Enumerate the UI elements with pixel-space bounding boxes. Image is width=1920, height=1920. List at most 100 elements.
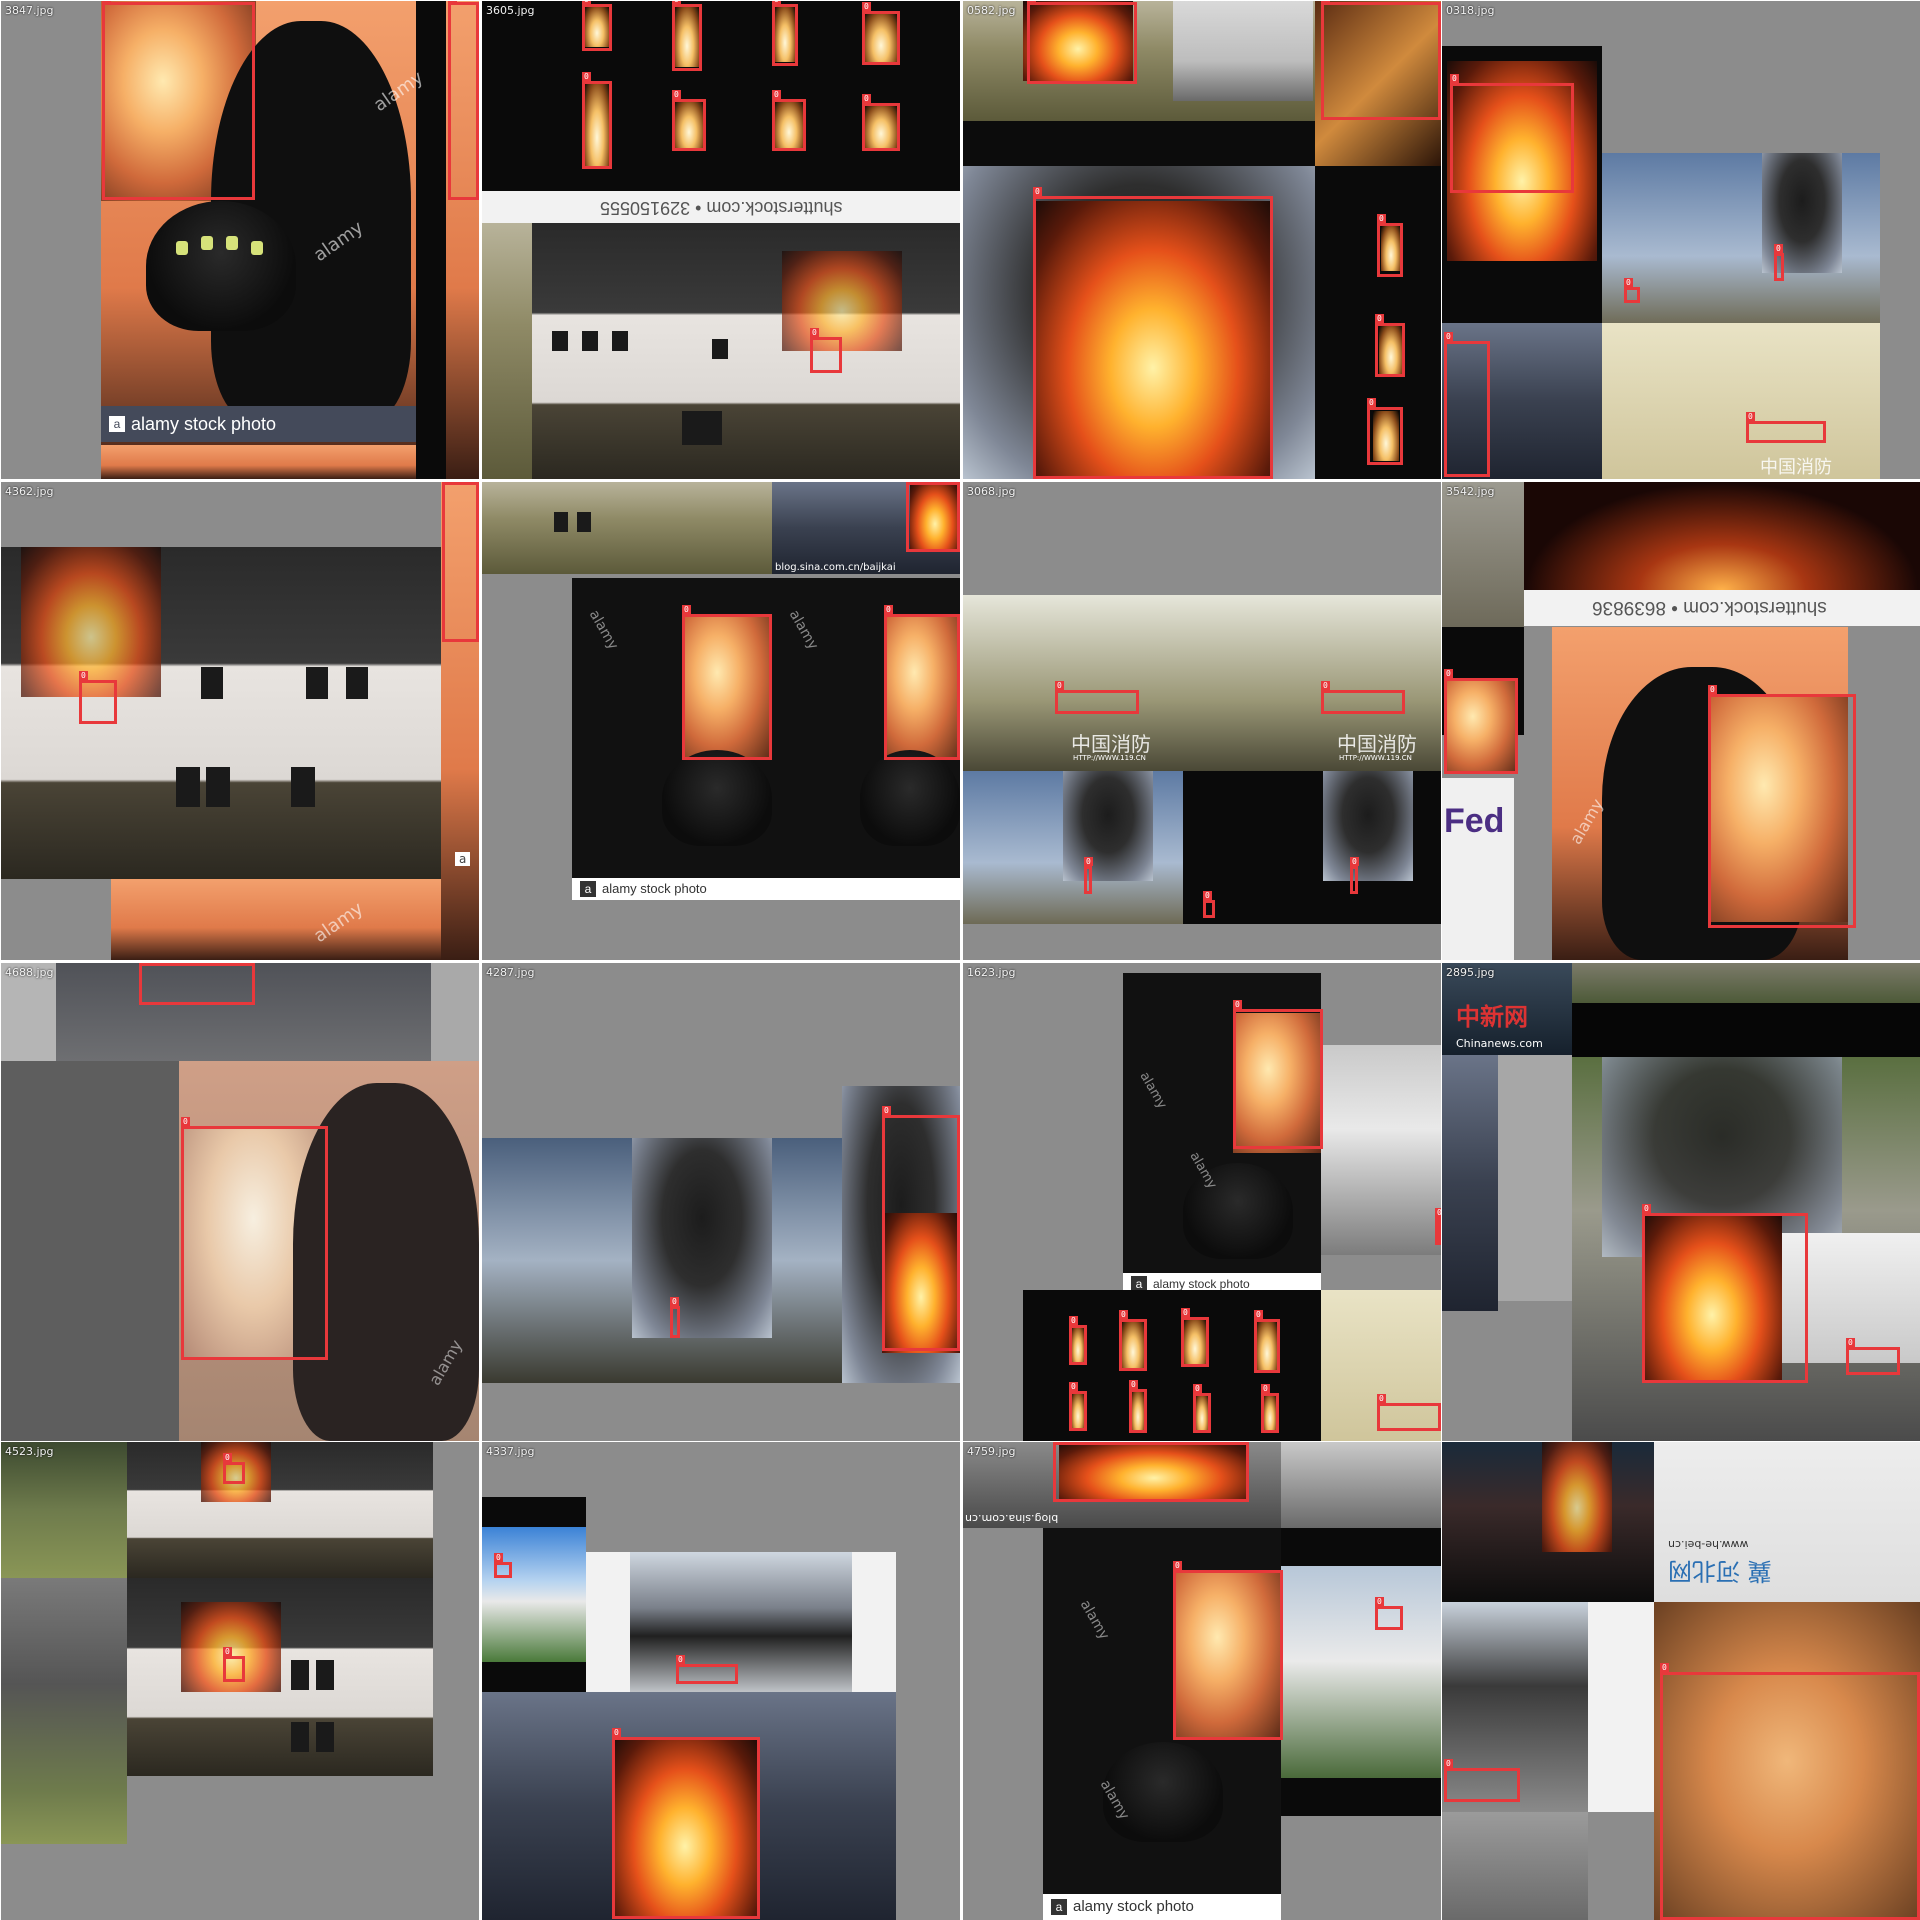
alamy-text: alamy stock photo xyxy=(1073,1898,1194,1915)
fire-bbox[interactable]: 0 xyxy=(1027,1,1137,84)
white-panel xyxy=(586,1552,630,1692)
pole xyxy=(416,1,446,479)
fire-bbox[interactable]: 0 xyxy=(1377,1394,1441,1431)
tile-3542[interactable]: 3542.jpg shutterstock.com • 8639836 Fed … xyxy=(1442,482,1920,960)
fire-bbox[interactable]: 0 xyxy=(1444,1759,1520,1802)
tile-4362[interactable]: 4362.jpg alamy a 0 0 xyxy=(1,482,479,960)
fire-bbox[interactable]: 0 xyxy=(882,1106,960,1351)
tile-3847[interactable]: 3847.jpg a alamy stock photo alamy alamy… xyxy=(1,1,479,479)
tile-4337[interactable]: 4337.jpg 0 0 0 xyxy=(482,1442,960,1920)
tile-0582[interactable]: 0582.jpg 0 0 0 0 0 0 xyxy=(963,1,1441,479)
fire-bbox[interactable]: 0 xyxy=(102,1,255,200)
fire-bbox[interactable]: 0 xyxy=(1444,332,1490,477)
fire-bbox[interactable]: 0 xyxy=(1367,398,1403,465)
fire-bbox[interactable]: 0 xyxy=(1746,412,1826,443)
tile-4287[interactable]: 4287.jpg 0 0 xyxy=(482,963,960,1441)
fire-bbox[interactable]: 0 xyxy=(582,1,612,51)
fire-bbox[interactable]: 0 xyxy=(862,94,900,151)
gray-panel xyxy=(1588,1812,1654,1920)
fire-bbox[interactable]: 0 xyxy=(1173,1561,1283,1740)
fire-bbox[interactable]: 0 xyxy=(1444,669,1518,774)
fire-bbox[interactable]: 0 xyxy=(582,72,612,169)
tile-4688[interactable]: 4688.jpg alamy 0 0 xyxy=(1,963,479,1441)
tile-4523[interactable]: 4523.jpg 0 0 xyxy=(1,1442,479,1920)
bus-photo-bar xyxy=(482,1497,586,1527)
fire-bbox[interactable]: 0 xyxy=(79,671,117,724)
fire-bbox[interactable]: 0 xyxy=(1069,1316,1087,1365)
white-panel xyxy=(852,1552,896,1692)
fire-bbox[interactable]: 0 xyxy=(772,90,806,151)
bus-photo-bar xyxy=(1281,1528,1441,1566)
fire-bbox[interactable]: 0 xyxy=(1129,1380,1147,1433)
tile-2895[interactable]: 2895.jpg 中新网 Chinanews.com 0 0 xyxy=(1442,963,1920,1441)
cn-url-watermark: HTTP://WWW.119.CN xyxy=(1073,754,1146,762)
field-smoke-photo xyxy=(1602,323,1880,479)
fire-bbox[interactable]: 0 xyxy=(223,1647,245,1682)
fire-bbox[interactable]: 0 xyxy=(1660,1663,1920,1920)
tile-unnamed[interactable]: blog.sina.com.cn/baijkai a alamy stock p… xyxy=(482,482,960,960)
fire-bbox[interactable]: 0 xyxy=(1193,1384,1211,1433)
fire-bbox[interactable]: 0 xyxy=(670,1297,680,1338)
fire-bbox[interactable]: 0 xyxy=(139,963,255,1005)
fire-bbox[interactable]: 0 xyxy=(223,1453,245,1484)
fire-bbox[interactable]: 0 xyxy=(1321,681,1405,714)
chinanews-logo: Chinanews.com xyxy=(1456,1037,1543,1050)
fire-bbox[interactable]: 0 xyxy=(612,1728,760,1919)
fire-bbox[interactable]: 0 xyxy=(672,1,702,71)
fire-bbox[interactable]: 0 xyxy=(1119,1310,1147,1371)
fire-bbox[interactable]: 0 xyxy=(772,1,798,66)
fire-bbox[interactable]: 0 xyxy=(442,482,479,642)
fire-bbox[interactable]: 0 xyxy=(810,328,842,373)
shutterstock-watermark: shutterstock.com • 8639836 xyxy=(1592,597,1827,618)
fire-bbox[interactable]: 0 xyxy=(1233,1000,1323,1149)
fire-bbox[interactable]: 0 xyxy=(676,1655,738,1684)
fire-bbox[interactable]: 0 xyxy=(448,1,479,200)
white-panel xyxy=(1588,1602,1654,1812)
bus-photo-bar xyxy=(1281,1778,1441,1816)
tile-4759[interactable]: 4759.jpg blog.sina.com.cn a alamy stock … xyxy=(963,1442,1441,1920)
fire-bbox[interactable]: 0 xyxy=(1450,74,1574,193)
fire-bbox[interactable]: 0 xyxy=(682,605,772,760)
fire-bbox[interactable]: 0 xyxy=(906,482,960,552)
truck-fire-photo-top xyxy=(1572,963,1920,1003)
fire-bbox[interactable]: 0 xyxy=(1435,1208,1441,1245)
fire-bbox[interactable]: 0 xyxy=(1375,314,1405,377)
fire-bbox[interactable]: 0 xyxy=(1254,1310,1280,1373)
fire-bbox[interactable]: 0 xyxy=(862,2,900,65)
tile-3068[interactable]: 3068.jpg 中国消防 HTTP://WWW.119.CN 中国消防 HTT… xyxy=(963,482,1441,960)
fire-bbox[interactable]: 0 xyxy=(1375,1597,1403,1630)
bus-photo-bar xyxy=(482,1662,586,1692)
fire-bbox[interactable]: 0 xyxy=(1642,1204,1808,1383)
tile-1623[interactable]: 1623.jpg a alamy stock photo alamy alamy… xyxy=(963,963,1441,1441)
road-photo xyxy=(1442,482,1524,627)
fire-bbox[interactable]: 0 xyxy=(1055,681,1139,714)
fire-bbox[interactable]: 0 xyxy=(1350,857,1359,894)
fire-bbox[interactable]: 0 xyxy=(1069,1382,1087,1431)
fire-bbox[interactable]: 0 xyxy=(1181,1308,1209,1367)
road-photo xyxy=(1281,1442,1441,1528)
fire-bbox[interactable]: 0 xyxy=(1846,1338,1900,1375)
fire-bbox[interactable]: 0 xyxy=(1377,214,1403,277)
strip-black xyxy=(963,121,1315,166)
fire-bbox[interactable]: 0 xyxy=(181,1117,328,1360)
tile-filename: 3068.jpg xyxy=(967,485,1016,498)
alamy-watermark-bar: a alamy stock photo xyxy=(572,878,960,900)
fire-bbox[interactable]: 0 xyxy=(1624,278,1640,303)
fire-bbox[interactable]: 0 xyxy=(1084,857,1093,894)
smoke-plume xyxy=(1063,771,1153,881)
fire-bbox[interactable]: 0 xyxy=(672,90,706,151)
bus-photo xyxy=(1281,1566,1441,1778)
fire-bbox[interactable]: 0 xyxy=(1053,1442,1249,1502)
fire-bbox[interactable]: 0 xyxy=(1708,685,1856,928)
tile-3605[interactable]: 3605.jpg shutterstock.com • 329150555 0 … xyxy=(482,1,960,479)
fire-bbox[interactable]: 0 xyxy=(1774,244,1784,281)
fire-bbox[interactable]: 0 xyxy=(884,605,960,760)
fire-bbox[interactable]: 0 xyxy=(1203,891,1215,918)
light-panel xyxy=(431,963,479,1061)
fire-bbox[interactable]: 0 xyxy=(494,1553,512,1578)
tile-unnamed-2[interactable]: 冀 河北网 www.he-bei.cn 0 0 xyxy=(1442,1442,1920,1920)
fire-bbox[interactable]: 0 xyxy=(1261,1384,1279,1433)
tile-0318[interactable]: 0318.jpg 中国消防 0 0 0 0 0 xyxy=(1442,1,1920,479)
fire-bbox[interactable]: 0 xyxy=(1321,1,1441,120)
fire-bbox[interactable]: 0 xyxy=(1033,187,1273,479)
